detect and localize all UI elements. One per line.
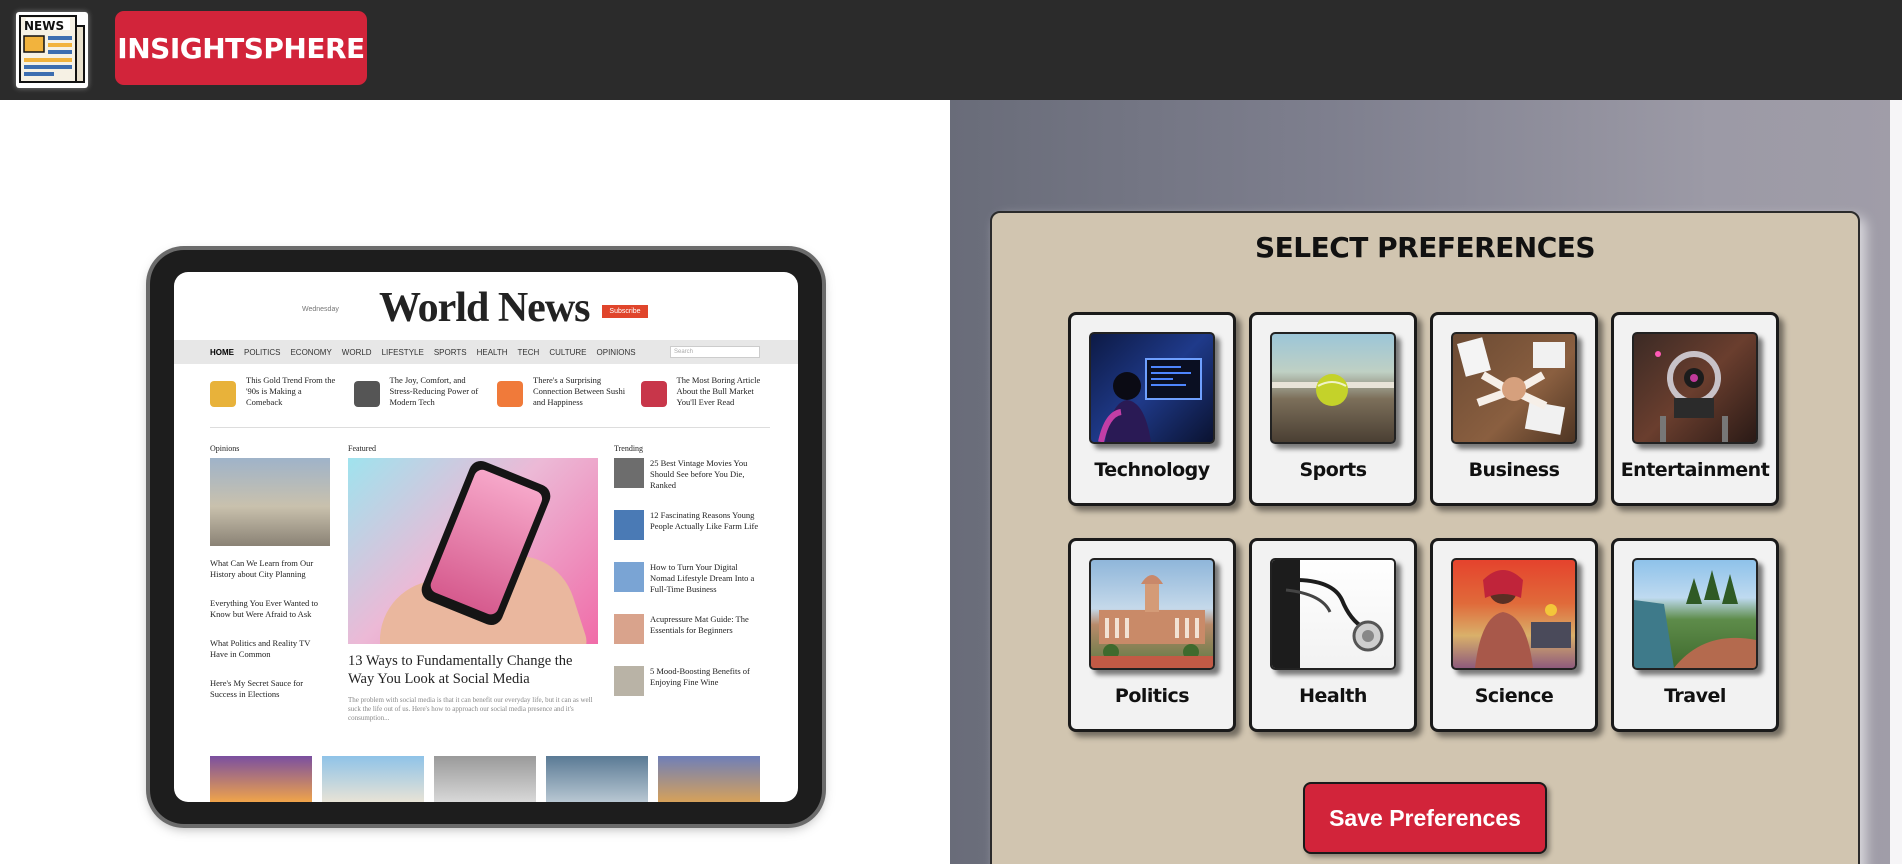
trending-thumb [614, 562, 644, 592]
trending-text: Acupressure Mat Guide: The Essentials fo… [650, 614, 749, 635]
strip-thumb [640, 381, 667, 407]
gallery-thumb [210, 756, 312, 802]
featured-text: The problem with social media is that it… [348, 696, 593, 722]
strip-thumb [497, 381, 523, 407]
trending-thumb [614, 458, 644, 488]
category-label: Health [1299, 685, 1367, 707]
opinion-item: Here's My Secret Sauce for Success in El… [210, 678, 304, 699]
travel-image [1632, 558, 1758, 670]
tablet-screen: Wednesday World News Subscribe HOME POLI… [174, 272, 798, 802]
screen-nav-item: WORLD [341, 347, 372, 357]
gallery-thumb [322, 756, 424, 802]
screen-nav-item: HEALTH [476, 347, 508, 357]
newspaper-icon[interactable]: NEWS [16, 12, 88, 88]
category-label: Science [1474, 685, 1554, 707]
svg-text:NEWS: NEWS [24, 19, 64, 33]
trending-list: 25 Best Vintage Movies You Should See be… [614, 458, 764, 718]
screen-search: Search [670, 346, 760, 358]
category-card-travel[interactable]: Travel [1611, 538, 1779, 732]
screen-nav-item: TECH [517, 347, 540, 357]
strip-item: The Joy, Comfort, and Stress-Reducing Po… [353, 375, 484, 419]
screen-masthead: World News [379, 285, 590, 331]
politics-image [1089, 558, 1215, 670]
gallery-thumb [658, 756, 760, 802]
opinion-item: Everything You Ever Wanted to Know but W… [210, 598, 318, 619]
category-label: Business [1468, 459, 1560, 481]
trending-thumb [614, 614, 644, 644]
preferences-edge [1890, 100, 1902, 864]
preferences-title: SELECT PREFERENCES [1254, 231, 1596, 264]
featured-image [348, 458, 598, 644]
trending-text: 12 Fascinating Reasons Young People Actu… [650, 510, 759, 531]
strip-thumb [353, 381, 380, 407]
sports-image [1270, 332, 1396, 444]
save-preferences-button[interactable]: Save Preferences [1303, 782, 1547, 854]
strip-text: There's a Surprising Connection Between … [533, 375, 626, 407]
trending-item: Acupressure Mat Guide: The Essentials fo… [614, 614, 764, 650]
trending-item: How to Turn Your Digital Nomad Lifestyle… [614, 562, 764, 598]
opinions-image [210, 458, 330, 546]
screen-nav-item: POLITICS [244, 347, 281, 357]
category-card-business[interactable]: Business [1430, 312, 1598, 506]
science-image [1451, 558, 1577, 670]
strip-text: The Joy, Comfort, and Stress-Reducing Po… [389, 375, 479, 407]
featured-title: 13 Ways to Fundamentally Change the Way … [348, 653, 573, 687]
hero-section: Wednesday World News Subscribe HOME POLI… [0, 100, 950, 864]
trending-item: 12 Fascinating Reasons Young People Actu… [614, 510, 764, 546]
screen-masthead-area: Wednesday World News Subscribe [174, 272, 798, 342]
strip-text: This Gold Trend From the '90s is Making … [246, 375, 336, 407]
category-card-health[interactable]: Health [1249, 538, 1417, 732]
category-label: Sports [1299, 459, 1367, 481]
opinions-list: What Can We Learn from Our History about… [210, 558, 330, 718]
screen-nav-item: OPINIONS [596, 347, 636, 357]
category-card-science[interactable]: Science [1430, 538, 1598, 732]
opinion-item: What Can We Learn from Our History about… [210, 558, 314, 579]
featured-heading: Featured [348, 444, 376, 453]
strip-thumb [210, 381, 236, 407]
gallery-thumb [546, 756, 648, 802]
screen-nav-item: LIFESTYLE [381, 347, 424, 357]
trending-text: 5 Mood-Boosting Benefits of Enjoying Fin… [650, 666, 750, 687]
screen-nav-item: CULTURE [549, 347, 587, 357]
strip-item: This Gold Trend From the '90s is Making … [210, 375, 340, 419]
trending-item: 5 Mood-Boosting Benefits of Enjoying Fin… [614, 666, 764, 702]
screen-nav-item: HOME [210, 347, 234, 357]
category-label: Politics [1114, 685, 1190, 707]
screen-nav-item: ECONOMY [290, 347, 332, 357]
category-label: Travel [1664, 685, 1726, 707]
screen-nav: HOME POLITICS ECONOMY WORLD LIFESTYLE SP… [174, 340, 798, 364]
category-label: Entertainment [1620, 459, 1770, 481]
health-image [1270, 558, 1396, 670]
trending-thumb [614, 666, 644, 696]
category-label: Technology [1094, 459, 1210, 481]
screen-subscribe: Subscribe [602, 305, 648, 318]
screen-date: Wednesday [302, 306, 339, 313]
entertainment-image [1632, 332, 1758, 444]
technology-image [1089, 332, 1215, 444]
strip-item: The Most Boring Article About the Bull M… [640, 375, 771, 419]
screen-divider [210, 427, 770, 428]
trending-thumb [614, 510, 644, 540]
category-card-technology[interactable]: Technology [1068, 312, 1236, 506]
screen-headline-strip: This Gold Trend From the '90s is Making … [210, 375, 770, 419]
trending-text: 25 Best Vintage Movies You Should See be… [650, 458, 748, 490]
opinions-heading: Opinions [210, 444, 240, 453]
trending-item: 25 Best Vintage Movies You Should See be… [614, 458, 764, 494]
trending-heading: Trending [614, 444, 644, 453]
gallery-thumb [434, 756, 536, 802]
category-card-entertainment[interactable]: Entertainment [1611, 312, 1779, 506]
screen-bottom-gallery [210, 756, 770, 802]
category-card-politics[interactable]: Politics [1068, 538, 1236, 732]
screen-nav-item: SPORTS [433, 347, 467, 357]
business-image [1451, 332, 1577, 444]
tablet-mockup: Wednesday World News Subscribe HOME POLI… [150, 250, 822, 824]
brand-button[interactable]: INSIGHTSPHERE [115, 11, 367, 85]
trending-text: How to Turn Your Digital Nomad Lifestyle… [650, 562, 755, 594]
category-card-sports[interactable]: Sports [1249, 312, 1417, 506]
strip-text: The Most Boring Article About the Bull M… [676, 375, 761, 407]
opinion-item: What Politics and Reality TV Have in Com… [210, 638, 311, 659]
strip-item: There's a Surprising Connection Between … [497, 375, 627, 419]
top-header: NEWS INSIGHTSPHERE [0, 0, 1902, 100]
